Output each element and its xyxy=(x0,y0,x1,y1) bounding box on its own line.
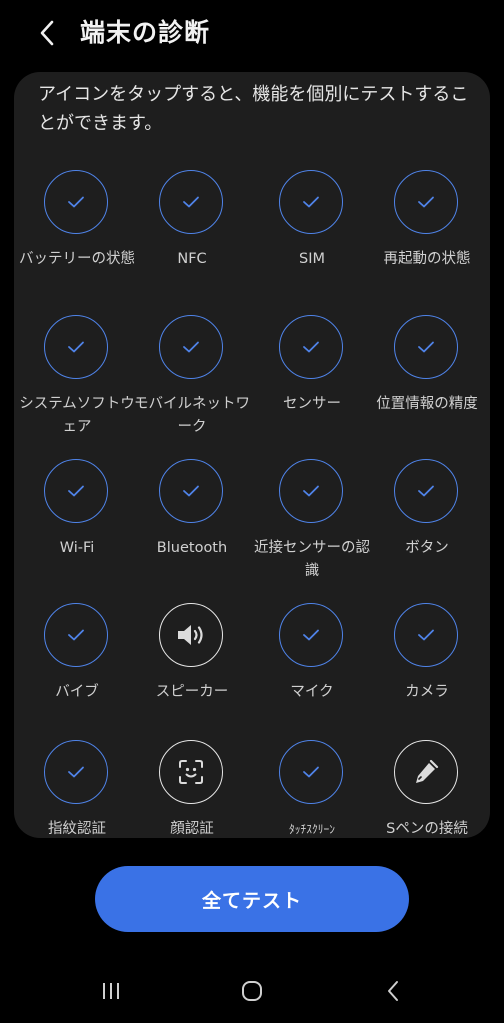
test-label: NFC xyxy=(177,251,207,267)
test-label: カメラ xyxy=(405,684,449,700)
test-face-recognition[interactable]: 顔認証 xyxy=(134,740,250,838)
test-label: モバイルネットワーク xyxy=(134,396,250,435)
test-status-ring xyxy=(394,740,458,804)
test-label: 近接センサーの認識 xyxy=(254,540,370,579)
diagnostics-card: アイコンをタップすると、機能を個別にテストすることができます。 バッテリーの状態… xyxy=(14,72,490,838)
system-back-button[interactable] xyxy=(373,976,413,1006)
pen-icon xyxy=(416,759,439,783)
recent-apps-icon xyxy=(103,983,119,999)
test-location-accuracy[interactable]: 位置情報の精度 xyxy=(369,315,485,455)
chevron-left-icon xyxy=(40,20,54,46)
test-microphone[interactable]: マイク xyxy=(254,603,370,743)
test-status-ring xyxy=(44,459,108,523)
test-camera[interactable]: カメラ xyxy=(369,603,485,743)
check-icon xyxy=(183,485,199,497)
test-status-ring xyxy=(44,315,108,379)
test-label: スピーカー xyxy=(155,684,229,700)
test-label: 位置情報の精度 xyxy=(376,396,478,412)
app-header: 端末の診断 xyxy=(0,0,504,70)
face-scan-icon xyxy=(179,760,203,784)
test-proximity-sensor[interactable]: 近接センサーの認識 xyxy=(254,459,370,599)
test-sensor[interactable]: センサー xyxy=(254,315,370,455)
test-label: バッテリーの状態 xyxy=(19,251,135,267)
test-mobile-network[interactable]: モバイルネットワーク xyxy=(134,315,250,455)
test-all-button[interactable]: 全てテスト xyxy=(95,866,409,932)
test-status-ring xyxy=(44,603,108,667)
check-icon xyxy=(418,341,434,353)
back-button[interactable] xyxy=(30,14,64,52)
test-status-ring xyxy=(279,170,343,234)
home-button[interactable] xyxy=(232,976,272,1006)
test-label: バイブ xyxy=(55,684,99,700)
test-status-ring xyxy=(159,603,223,667)
test-touchscreen[interactable]: ﾀｯﾁｽｸﾘｰﾝ xyxy=(254,740,370,838)
check-icon xyxy=(68,341,84,353)
test-label: センサー xyxy=(283,396,341,412)
test-status-ring xyxy=(159,740,223,804)
check-icon xyxy=(68,485,84,497)
back-icon xyxy=(388,981,398,1001)
test-status-ring xyxy=(159,459,223,523)
test-vibration[interactable]: バイブ xyxy=(19,603,135,743)
test-label: システムソフトウェア xyxy=(19,396,135,435)
test-sim[interactable]: SIM xyxy=(254,170,370,310)
test-battery[interactable]: バッテリーの状態 xyxy=(19,170,135,310)
test-status-ring xyxy=(394,170,458,234)
test-status-ring xyxy=(279,315,343,379)
page-title: 端末の診断 xyxy=(80,18,211,47)
check-icon xyxy=(303,766,319,778)
check-icon xyxy=(303,196,319,208)
test-nfc[interactable]: NFC xyxy=(134,170,250,310)
check-icon xyxy=(183,196,199,208)
check-icon xyxy=(68,629,84,641)
check-icon xyxy=(418,629,434,641)
test-status-ring xyxy=(44,740,108,804)
test-status-ring xyxy=(279,603,343,667)
check-icon xyxy=(418,485,434,497)
check-icon xyxy=(303,341,319,353)
test-status-ring xyxy=(159,315,223,379)
test-s-pen[interactable]: Sペンの接続 xyxy=(369,740,485,838)
test-label: Bluetooth xyxy=(156,540,228,556)
recent-apps-button[interactable] xyxy=(91,976,131,1006)
check-icon xyxy=(68,196,84,208)
check-icon xyxy=(68,766,84,778)
test-status-ring xyxy=(394,459,458,523)
check-icon xyxy=(183,341,199,353)
test-system-software[interactable]: システムソフトウェア xyxy=(19,315,135,455)
check-icon xyxy=(303,485,319,497)
test-label: ﾀｯﾁｽｸﾘｰﾝ xyxy=(289,822,335,836)
test-label: Sペンの接続 xyxy=(386,821,468,837)
test-status-ring xyxy=(279,459,343,523)
system-navigation-bar xyxy=(0,960,504,1023)
test-status-ring xyxy=(44,170,108,234)
test-wifi[interactable]: Wi-Fi xyxy=(19,459,135,599)
check-icon xyxy=(418,196,434,208)
test-status-ring xyxy=(394,603,458,667)
test-bluetooth[interactable]: Bluetooth xyxy=(134,459,250,599)
intro-text: アイコンをタップすると、機能を個別にテストすることができます。 xyxy=(38,84,469,134)
test-label: マイク xyxy=(290,684,334,700)
test-label: 顔認証 xyxy=(170,821,214,837)
home-icon xyxy=(242,981,262,1001)
test-status-ring xyxy=(279,740,343,804)
test-speaker[interactable]: スピーカー xyxy=(134,603,250,743)
test-status-ring xyxy=(394,315,458,379)
test-buttons[interactable]: ボタン xyxy=(369,459,485,599)
test-fingerprint[interactable]: 指紋認証 xyxy=(19,740,135,838)
test-label: SIM xyxy=(299,251,325,267)
test-restart[interactable]: 再起動の状態 xyxy=(369,170,485,310)
check-icon xyxy=(303,629,319,641)
test-label: 指紋認証 xyxy=(48,821,106,837)
speaker-icon xyxy=(178,625,203,645)
test-label: 再起動の状態 xyxy=(383,251,471,267)
test-label: Wi-Fi xyxy=(59,540,95,556)
test-label: ボタン xyxy=(405,540,449,556)
test-status-ring xyxy=(159,170,223,234)
